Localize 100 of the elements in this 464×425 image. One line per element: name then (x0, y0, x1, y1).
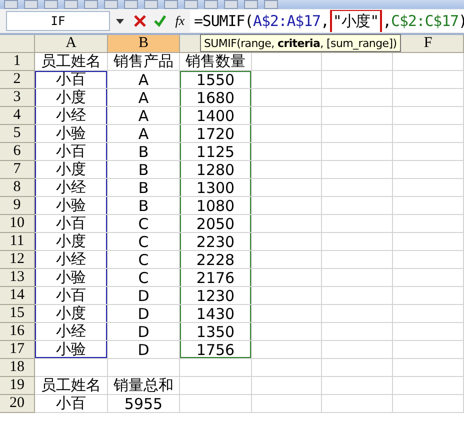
toolbar-icon[interactable] (104, 0, 118, 9)
row-header[interactable]: 20 (0, 395, 35, 413)
function-tooltip: SUMIF(range, criteria, [sum_range]) (200, 34, 401, 52)
table-cell: 小经 (35, 107, 108, 125)
table-cell: 小百 (35, 143, 108, 161)
empty-cell (252, 341, 322, 359)
empty-cell (322, 377, 393, 395)
toolbar-icon[interactable] (184, 0, 198, 9)
toolbar-icon[interactable] (244, 0, 258, 9)
table-cell: C (108, 233, 180, 251)
toolbar-icon[interactable] (4, 0, 18, 9)
table-cell: B (108, 143, 180, 161)
table-cell: A (108, 71, 180, 89)
toolbar-icon[interactable] (164, 0, 178, 9)
empty-cell (393, 125, 464, 143)
toolbar-icon[interactable] (84, 0, 98, 9)
row-header[interactable]: 10 (0, 215, 35, 233)
row-header[interactable]: 6 (0, 143, 35, 161)
table-cell: A (108, 125, 180, 143)
table-cell: 小经 (35, 179, 108, 197)
empty-cell (393, 305, 464, 323)
table-cell: 员工姓名 (35, 53, 108, 71)
formula-field[interactable]: =SUMIF(A$2:A$17, "小度" ,C$2:C$17) (190, 10, 464, 32)
insert-function-button[interactable]: fx (170, 13, 190, 29)
toolbar-icon[interactable] (144, 0, 158, 9)
row-header[interactable]: 9 (0, 197, 35, 215)
table-cell: 小经 (35, 251, 108, 269)
toolbar-icon[interactable] (204, 0, 218, 9)
select-all-corner[interactable] (0, 35, 35, 53)
empty-cell (252, 287, 322, 305)
empty-cell (108, 359, 180, 377)
empty-cell (322, 89, 393, 107)
toolbar-icon[interactable] (124, 0, 138, 9)
empty-cell (252, 197, 322, 215)
empty-cell (252, 107, 322, 125)
column-header[interactable]: A (35, 35, 108, 53)
table-cell: 小经 (35, 323, 108, 341)
row-header[interactable]: 3 (0, 89, 35, 107)
empty-cell (393, 269, 464, 287)
table-cell: 1430 (180, 305, 252, 323)
empty-cell (393, 251, 464, 269)
empty-cell (252, 233, 322, 251)
empty-cell (322, 179, 393, 197)
empty-cell (393, 53, 464, 71)
row-header[interactable]: 13 (0, 269, 35, 287)
table-cell: 销售数量 (180, 53, 252, 71)
table-cell: C (108, 251, 180, 269)
table-cell: B (108, 179, 180, 197)
row-header[interactable]: 18 (0, 359, 35, 377)
row-header[interactable]: 12 (0, 251, 35, 269)
empty-cell (252, 53, 322, 71)
empty-cell (252, 89, 322, 107)
toolbar-icon[interactable] (64, 0, 78, 9)
table-cell: 2228 (180, 251, 252, 269)
table-cell: 小验 (35, 197, 108, 215)
row-header[interactable]: 4 (0, 107, 35, 125)
table-cell: 5955 (108, 395, 180, 413)
empty-cell (252, 359, 322, 377)
table-cell: C (108, 269, 180, 287)
row-header[interactable]: 1 (0, 53, 35, 71)
empty-cell (322, 71, 393, 89)
empty-cell (252, 269, 322, 287)
row-header[interactable]: 15 (0, 305, 35, 323)
row-header[interactable]: 16 (0, 323, 35, 341)
row-header[interactable]: 8 (0, 179, 35, 197)
row-header[interactable]: 2 (0, 71, 35, 89)
toolbar-icon[interactable] (44, 0, 58, 9)
empty-cell (393, 377, 464, 395)
toolbar-icon[interactable] (224, 0, 238, 9)
empty-cell (322, 251, 393, 269)
table-cell: D (108, 305, 180, 323)
table-cell: 小验 (35, 269, 108, 287)
row-header[interactable]: 11 (0, 233, 35, 251)
table-cell: 1230 (180, 287, 252, 305)
empty-cell (322, 125, 393, 143)
empty-cell (322, 359, 393, 377)
toolbar-icon[interactable] (24, 0, 38, 9)
empty-cell (393, 179, 464, 197)
empty-cell (393, 323, 464, 341)
table-cell: D (108, 341, 180, 359)
empty-cell (322, 323, 393, 341)
row-header[interactable]: 7 (0, 161, 35, 179)
empty-cell (393, 143, 464, 161)
empty-cell (393, 233, 464, 251)
table-cell: 小百 (35, 395, 108, 413)
empty-cell (393, 215, 464, 233)
table-cell: B (108, 197, 180, 215)
row-header[interactable]: 17 (0, 341, 35, 359)
empty-cell (393, 395, 464, 413)
column-header[interactable]: B (108, 35, 180, 53)
table-cell: A (108, 89, 180, 107)
row-header[interactable]: 5 (0, 125, 35, 143)
name-box[interactable]: IF (6, 11, 110, 31)
empty-cell (322, 395, 393, 413)
row-header[interactable]: 14 (0, 287, 35, 305)
table-cell: 1300 (180, 179, 252, 197)
table-cell: 1680 (180, 89, 252, 107)
row-header[interactable]: 19 (0, 377, 35, 395)
empty-cell (393, 341, 464, 359)
toolbar-icon[interactable] (264, 0, 278, 9)
